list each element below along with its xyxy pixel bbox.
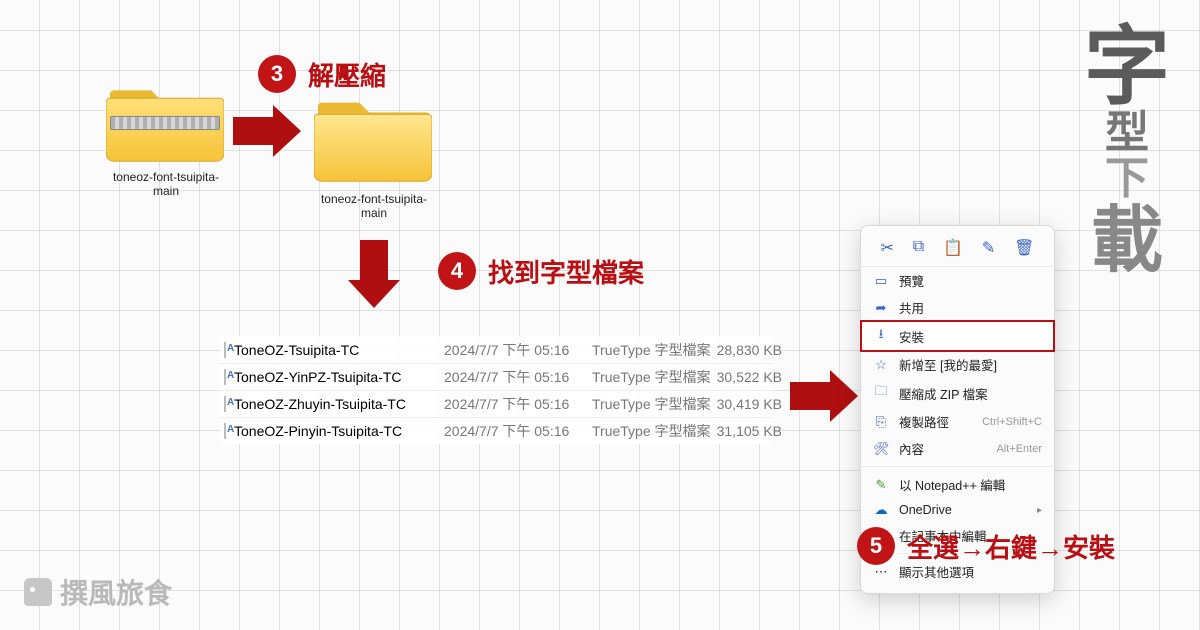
file-date: 2024/7/7 下午 05:16 [444,394,592,414]
file-name: ToneOZ-Zhuyin-Tsuipita-TC [234,396,444,412]
step-4: 4 找到字型檔案 [438,252,644,290]
menu-preview-label: 預覽 [899,271,924,290]
menu-install-label: 安裝 [899,327,924,346]
copy-icon[interactable]: ⧉ [913,238,924,258]
menu-copypath-label: 複製路徑 [899,412,949,431]
side-title-4: 載 [1091,202,1163,281]
menu-onedrive[interactable]: ☁ OneDrive ▸ [861,498,1054,522]
rename-icon[interactable]: ✎ [982,238,995,258]
folder-icon [314,90,432,186]
file-type: TrueType 字型檔案 [592,421,712,441]
menu-onedrive-label: OneDrive [899,503,952,517]
step-3-badge: 3 [258,55,296,93]
folder-extracted-label: toneoz-font-tsuipita-main [314,192,434,220]
folder-zip[interactable]: toneoz-font-tsuipita-main [106,68,226,198]
step-3-label: 解壓縮 [308,56,386,93]
menu-zip-label: 壓縮成 ZIP 檔案 [899,384,988,403]
file-name: ToneOZ-Pinyin-Tsuipita-TC [234,423,444,439]
menu-notepadpp[interactable]: ✎ 以 Notepad++ 編輯 [861,471,1054,498]
download-icon: ⭳ [873,325,889,347]
separator [861,466,1054,467]
path-icon: ⎘ [873,414,889,430]
menu-install[interactable]: ⭳ 安裝 [861,321,1054,351]
menu-properties[interactable]: 🛠 內容 Alt+Enter [861,435,1054,462]
side-title-3: 下 [1105,156,1149,202]
font-file-icon [224,369,226,385]
file-size: 30,419 KB [712,396,782,412]
file-date: 2024/7/7 下午 05:16 [444,367,592,387]
file-list: ToneOZ-Tsuipita-TC 2024/7/7 下午 05:16 Tru… [220,336,772,444]
side-title-2: 型 [1105,110,1149,156]
folder-zip-label: toneoz-font-tsuipita-main [106,170,226,198]
watermark-logo-icon [24,578,52,606]
font-file-icon [224,423,226,439]
context-menu-toolbar: ✂ ⧉ 📋 ✎ 🗑 [861,234,1054,267]
file-type: TrueType 字型檔案 [592,340,712,360]
menu-copy-path[interactable]: ⎘ 複製路徑 Ctrl+Shift+C [861,408,1054,435]
step-3: 3 解壓縮 [258,55,386,93]
step-5: 5 全選→右鍵→安裝 [857,527,1115,565]
file-name: ToneOZ-Tsuipita-TC [234,342,444,358]
more-icon: ⋯ [873,564,889,580]
step-4-badge: 4 [438,252,476,290]
menu-share-label: 共用 [899,298,924,317]
menu-add-favorite[interactable]: ☆ 新增至 [我的最愛] [861,351,1054,378]
file-size: 30,522 KB [712,369,782,385]
file-type: TrueType 字型檔案 [592,394,712,414]
zipper-icon [110,116,220,130]
table-row[interactable]: ToneOZ-Pinyin-Tsuipita-TC 2024/7/7 下午 05… [220,417,772,444]
archive-icon: 🗀 [873,382,889,404]
folder-extracted[interactable]: toneoz-font-tsuipita-main [314,90,434,220]
menu-fav-label: 新增至 [我的最愛] [899,355,997,374]
paste-icon[interactable]: 📋 [943,238,963,258]
notepadpp-icon: ✎ [873,477,889,493]
file-type: TrueType 字型檔案 [592,367,712,387]
watermark-text: 撰風旅食 [60,572,172,612]
chevron-right-icon: ▸ [1037,505,1042,516]
file-name: ToneOZ-YinPZ-Tsuipita-TC [234,369,444,385]
delete-icon[interactable]: 🗑 [1014,238,1034,258]
table-row[interactable]: ToneOZ-YinPZ-Tsuipita-TC 2024/7/7 下午 05:… [220,363,772,390]
menu-copypath-hint: Ctrl+Shift+C [982,416,1042,428]
font-file-icon [224,342,226,358]
doc-icon: ▭ [873,273,889,289]
share-icon: ➦ [873,300,889,316]
file-date: 2024/7/7 下午 05:16 [444,340,592,360]
watermark: 撰風旅食 [24,572,172,612]
menu-props-hint: Alt+Enter [996,443,1042,455]
menu-preview[interactable]: ▭ 預覽 [861,267,1054,294]
onedrive-icon: ☁ [873,502,889,518]
table-row[interactable]: ToneOZ-Tsuipita-TC 2024/7/7 下午 05:16 Tru… [220,336,772,363]
side-title-1: 字 [1084,24,1170,110]
table-row[interactable]: ToneOZ-Zhuyin-Tsuipita-TC 2024/7/7 下午 05… [220,390,772,417]
menu-npp-label: 以 Notepad++ 編輯 [899,475,1005,494]
menu-props-label: 內容 [899,439,924,458]
file-size: 31,105 KB [712,423,782,439]
step-5-label: 全選→右鍵→安裝 [907,528,1115,565]
step-4-label: 找到字型檔案 [488,253,644,290]
wrench-icon: 🛠 [873,441,889,457]
font-file-icon [224,396,226,412]
star-icon: ☆ [873,357,889,373]
cut-icon[interactable]: ✂ [880,238,893,258]
menu-share[interactable]: ➦ 共用 [861,294,1054,321]
menu-compress-zip[interactable]: 🗀 壓縮成 ZIP 檔案 [861,378,1054,408]
side-title: 字 型 下 載 [1084,24,1170,282]
file-size: 28,830 KB [712,342,782,358]
file-date: 2024/7/7 下午 05:16 [444,421,592,441]
step-5-badge: 5 [857,527,895,565]
